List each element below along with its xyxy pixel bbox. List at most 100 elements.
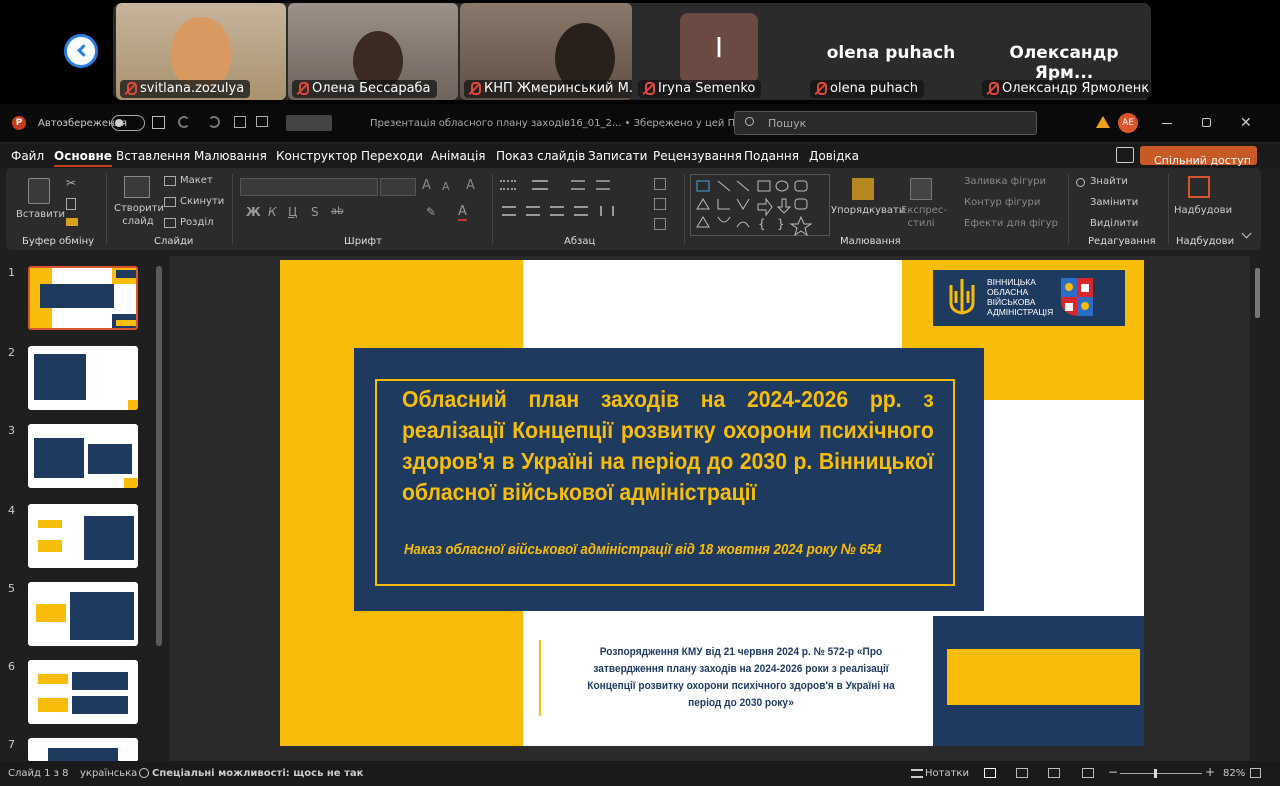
restore-icon[interactable]: [1202, 118, 1211, 127]
select-button[interactable]: Виділити: [1090, 218, 1138, 229]
layout-button[interactable]: Макет: [180, 175, 213, 186]
slide-footnote[interactable]: Розпорядження КМУ від 21 червня 2024 р. …: [574, 644, 907, 712]
close-icon[interactable]: ✕: [1240, 115, 1252, 131]
columns-icon[interactable]: [600, 206, 614, 216]
menu-slideshow[interactable]: Показ слайдів: [496, 149, 585, 163]
participant-tile[interactable]: КНП Жмеринський М...: [460, 3, 632, 100]
paste-button[interactable]: Вставити: [16, 209, 65, 220]
new-slide-button[interactable]: Створити слайд: [114, 202, 164, 228]
format-painter-icon[interactable]: [66, 218, 78, 226]
slide-thumbnail-3[interactable]: [28, 424, 138, 488]
font-name-dropdown[interactable]: [240, 178, 378, 196]
bullets-icon[interactable]: [500, 180, 516, 190]
slide-subtitle[interactable]: Наказ обласної військової адміністрації …: [404, 541, 881, 558]
reading-view-icon[interactable]: [1048, 768, 1060, 778]
participant-tile[interactable]: I Iryna Semenko: [634, 3, 804, 100]
slideshow-icon[interactable]: [256, 116, 268, 127]
italic-button[interactable]: К: [268, 205, 277, 219]
present-icon[interactable]: [234, 116, 246, 128]
slide-thumbnail-7[interactable]: [28, 738, 138, 762]
shape-effects-button[interactable]: Ефекти для фігур: [964, 218, 1058, 229]
decrease-font-icon[interactable]: A: [442, 180, 450, 193]
shape-fill-button[interactable]: Заливка фігури: [964, 176, 1046, 187]
strikethrough-button[interactable]: ab: [331, 206, 343, 217]
document-title[interactable]: Презентація обласного плану заходів16_01…: [370, 118, 742, 129]
menu-view[interactable]: Подання: [744, 149, 799, 163]
menu-design[interactable]: Конструктор: [276, 149, 357, 163]
underline-button[interactable]: Ц: [288, 205, 297, 219]
menu-insert[interactable]: Вставлення: [116, 149, 190, 163]
slide-thumbnail-6[interactable]: [28, 660, 138, 724]
zoom-level[interactable]: 82%: [1223, 768, 1245, 779]
slide-thumbnail-2[interactable]: [28, 346, 138, 410]
increase-indent-icon[interactable]: [596, 180, 610, 190]
search-box[interactable]: Пошук: [734, 111, 1037, 135]
participant-tile[interactable]: svitlana.zozulya: [116, 3, 286, 100]
participant-tile[interactable]: Олександр Ярм... Олександр Ярмоленко: [978, 3, 1150, 100]
redo-icon[interactable]: [208, 116, 220, 128]
slide-scrollbar[interactable]: [1255, 268, 1260, 318]
slide-title[interactable]: Обласний план заходів на 2024-2026 рр. з…: [402, 384, 934, 508]
participant-tile[interactable]: olena puhach olena puhach: [806, 3, 976, 100]
section-button[interactable]: Розділ: [180, 217, 214, 228]
warning-icon[interactable]: [1096, 116, 1110, 128]
arrange-button[interactable]: Упорядкувати: [831, 205, 905, 216]
zoom-slider[interactable]: [1120, 769, 1202, 778]
menu-file[interactable]: Файл: [11, 149, 44, 163]
slide-thumbnail-1[interactable]: [28, 266, 138, 330]
font-size-dropdown[interactable]: [380, 178, 416, 196]
replace-button[interactable]: Замінити: [1090, 197, 1138, 208]
current-slide[interactable]: ВІННИЦЬКА ОБЛАСНА ВІЙСЬКОВА АДМІНІСТРАЦІ…: [280, 260, 1144, 746]
shadow-button[interactable]: S: [311, 205, 319, 219]
collapse-ribbon-icon[interactable]: [1241, 228, 1252, 239]
zoom-in-icon[interactable]: +: [1205, 765, 1215, 779]
shapes-gallery[interactable]: { }: [690, 174, 830, 237]
accessibility-status[interactable]: Спеціальні можливості: щось не так: [152, 768, 363, 779]
smartart-icon[interactable]: [654, 218, 666, 230]
paste-icon[interactable]: [28, 178, 50, 204]
align-left-icon[interactable]: [502, 206, 516, 216]
slide-thumbnail-5[interactable]: [28, 582, 138, 646]
undo-icon[interactable]: [178, 116, 190, 128]
fit-to-window-icon[interactable]: [1250, 768, 1261, 778]
reset-button[interactable]: Скинути: [180, 196, 224, 207]
quick-access-box[interactable]: [286, 115, 332, 131]
minimize-icon[interactable]: [1162, 123, 1172, 124]
copy-icon[interactable]: [66, 198, 76, 210]
align-center-icon[interactable]: [526, 206, 540, 216]
cut-icon[interactable]: ✂: [66, 176, 76, 190]
slide-sorter-icon[interactable]: [1016, 768, 1028, 778]
font-color-icon[interactable]: A: [458, 204, 467, 221]
notes-button[interactable]: Нотатки: [925, 768, 969, 779]
decrease-indent-icon[interactable]: [571, 180, 585, 190]
menu-record[interactable]: Записати: [588, 149, 647, 163]
slideshow-view-icon[interactable]: [1082, 768, 1094, 778]
user-avatar[interactable]: AE: [1118, 113, 1138, 133]
highlight-icon[interactable]: ✎: [426, 205, 436, 219]
thumbnails-scrollbar[interactable]: [156, 266, 162, 646]
new-slide-icon[interactable]: [124, 176, 150, 198]
numbering-icon[interactable]: [532, 180, 548, 190]
normal-view-icon[interactable]: [984, 768, 996, 778]
quick-styles-button[interactable]: Експрес-стилі: [901, 204, 947, 230]
back-button[interactable]: [64, 34, 98, 68]
menu-review[interactable]: Рецензування: [653, 149, 742, 163]
zoom-out-icon[interactable]: −: [1108, 765, 1118, 779]
participant-tile[interactable]: Олена Бессараба: [288, 3, 458, 100]
menu-transitions[interactable]: Переходи: [361, 149, 423, 163]
menu-help[interactable]: Довідка: [809, 149, 859, 163]
align-right-icon[interactable]: [550, 206, 564, 216]
slide-thumbnail-4[interactable]: [28, 504, 138, 568]
menu-draw[interactable]: Малювання: [194, 149, 267, 163]
save-icon[interactable]: [152, 116, 165, 129]
find-button[interactable]: Знайти: [1090, 176, 1128, 187]
align-text-icon[interactable]: [654, 198, 666, 210]
zoom-slider-thumb[interactable]: [1154, 769, 1157, 778]
language-indicator[interactable]: українська: [80, 768, 137, 779]
bold-button[interactable]: Ж: [246, 205, 261, 219]
autosave-toggle[interactable]: [111, 115, 145, 131]
menu-home[interactable]: Основне: [54, 149, 112, 167]
share-button[interactable]: Спільний доступ: [1140, 146, 1257, 167]
addins-button[interactable]: Надбудови: [1174, 205, 1232, 216]
shape-outline-button[interactable]: Контур фігури: [964, 197, 1040, 208]
